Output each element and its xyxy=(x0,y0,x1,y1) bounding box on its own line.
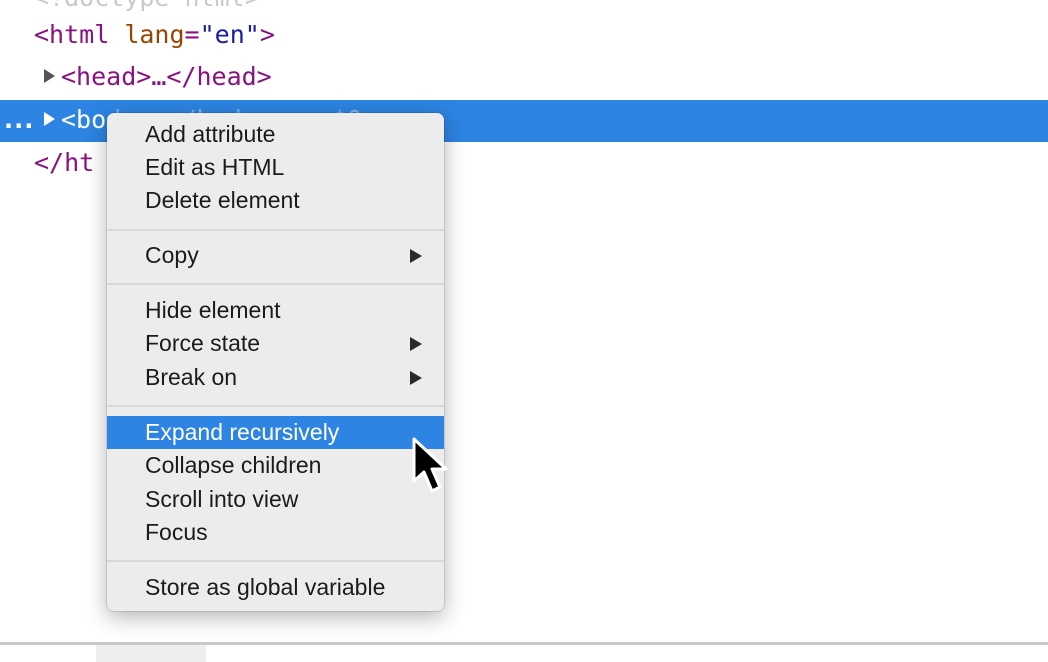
menu-separator xyxy=(107,560,444,562)
menu-item-delete-element[interactable]: Delete element xyxy=(107,184,444,217)
menu-item-add-attribute[interactable]: Add attribute xyxy=(107,118,444,151)
html-close-tag: </ht xyxy=(34,148,95,177)
head-collapsed-ellipsis[interactable]: … xyxy=(151,62,166,91)
head-open-tag: <head> xyxy=(61,62,152,91)
menu-separator xyxy=(107,283,444,285)
menu-item-hide-element[interactable]: Hide element xyxy=(107,294,444,327)
menu-item-label: Force state xyxy=(145,330,261,356)
html-open-tag: <html xyxy=(34,20,110,49)
lang-attribute-value: "en" xyxy=(199,20,260,49)
chevron-right-icon xyxy=(410,371,422,385)
triangle-right-icon[interactable] xyxy=(44,69,55,83)
menu-item-label: Break on xyxy=(145,364,238,390)
html-open-line[interactable]: <html lang="en"> xyxy=(0,15,1048,55)
menu-item-expand-recursively[interactable]: Expand recursively xyxy=(107,416,444,449)
doctype-text: <!doctype html> xyxy=(34,0,260,12)
chevron-right-icon xyxy=(410,249,422,263)
menu-item-label: Expand recursively xyxy=(145,419,340,445)
triangle-right-icon[interactable] xyxy=(44,112,55,126)
menu-item-break-on[interactable]: Break on xyxy=(107,361,444,394)
menu-item-force-state[interactable]: Force state xyxy=(107,327,444,360)
menu-item-label: Edit as HTML xyxy=(145,154,285,180)
head-line[interactable]: <head>…</head> xyxy=(0,57,1048,97)
gutter-more-icon[interactable]: ... xyxy=(4,100,34,140)
menu-item-copy[interactable]: Copy xyxy=(107,239,444,272)
body-open-tag: <bo xyxy=(61,105,107,134)
menu-item-focus[interactable]: Focus xyxy=(107,516,444,549)
head-close-tag: </head> xyxy=(166,62,272,91)
context-menu: Add attribute Edit as HTML Delete elemen… xyxy=(107,113,444,611)
bottom-tab-stub[interactable] xyxy=(96,645,206,662)
lang-attribute-name: lang xyxy=(124,20,185,49)
devtools-elements-panel: <!doctype html> <html lang="en"> <head>…… xyxy=(0,0,1048,662)
menu-separator xyxy=(107,405,444,407)
menu-item-label: Hide element xyxy=(145,297,281,323)
chevron-right-icon xyxy=(410,337,422,351)
menu-item-label: Add attribute xyxy=(145,121,276,147)
menu-item-scroll-into-view[interactable]: Scroll into view xyxy=(107,483,444,516)
menu-item-label: Copy xyxy=(145,242,199,268)
menu-item-edit-as-html[interactable]: Edit as HTML xyxy=(107,151,444,184)
menu-item-label: Delete element xyxy=(145,187,300,213)
menu-item-label: Collapse children xyxy=(145,452,322,478)
menu-item-label: Focus xyxy=(145,519,208,545)
menu-item-collapse-children[interactable]: Collapse children xyxy=(107,449,444,482)
menu-item-label: Store as global variable xyxy=(145,574,386,600)
menu-separator xyxy=(107,229,444,231)
menu-item-label: Scroll into view xyxy=(145,486,299,512)
mouse-pointer-icon xyxy=(412,437,448,493)
attr-equals: = xyxy=(184,20,200,49)
html-open-close-bracket: > xyxy=(259,20,275,49)
menu-item-store-as-global-variable[interactable]: Store as global variable xyxy=(107,571,444,604)
